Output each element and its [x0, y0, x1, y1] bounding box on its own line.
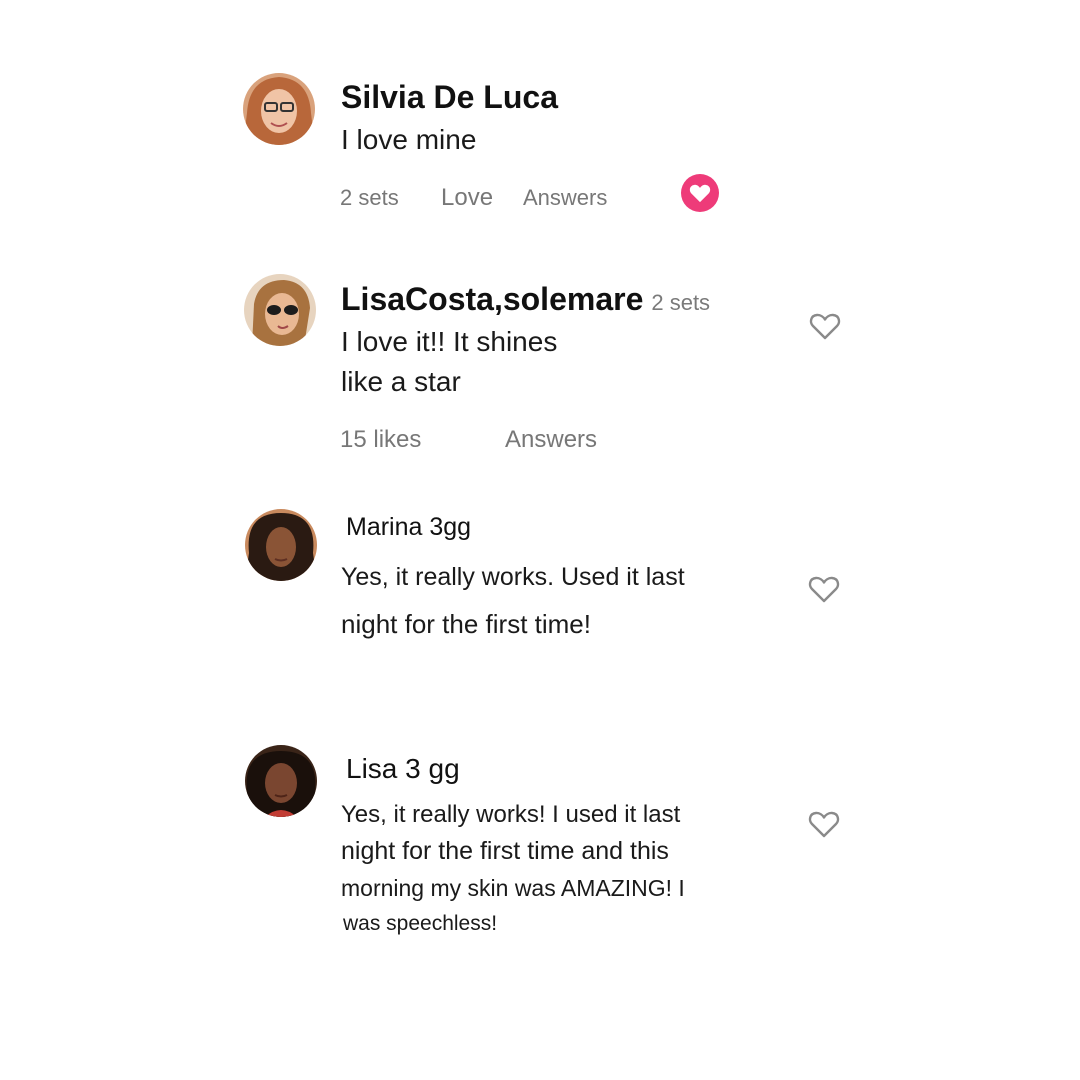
comment-author[interactable]: Marina 3gg [346, 513, 471, 542]
avatar[interactable] [245, 745, 317, 817]
reaction-count: 2 sets [651, 290, 711, 315]
reaction-count: 2 sets [340, 185, 399, 210]
avatar[interactable] [243, 73, 315, 145]
heart-filled-icon[interactable] [681, 174, 719, 212]
comment-author[interactable]: Silvia De Luca [341, 79, 558, 116]
heart-icon[interactable] [807, 572, 841, 606]
comment-author[interactable]: LisaCosta,solemare 2 sets [341, 281, 710, 318]
comment-text-line: Yes, it really works. Used it last [341, 563, 685, 591]
avatar[interactable] [245, 509, 317, 581]
comment-text-line: morning my skin was AMAZING! I [341, 875, 685, 901]
heart-icon[interactable] [808, 309, 842, 343]
comment-text-line: was speechless! [343, 912, 498, 935]
comment-author-name[interactable]: LisaCosta,solemare [341, 281, 643, 317]
likes-count: 15 likes [340, 426, 422, 453]
comment-text-line: Yes, it really works! I used it last [341, 801, 681, 828]
answers-button[interactable]: Answers [523, 185, 607, 211]
comment-text-line: like a star [341, 366, 461, 397]
comment-author[interactable]: Lisa 3 gg [346, 753, 460, 785]
comment-text-line: I love it!! It shines [341, 326, 558, 357]
comment-text-line: I love mine [341, 124, 477, 155]
heart-icon[interactable] [807, 807, 841, 841]
comment-text-line: night for the first time and this [341, 837, 669, 865]
avatar[interactable] [244, 274, 316, 346]
answers-button[interactable]: Answers [505, 426, 597, 454]
love-button[interactable]: Love [441, 184, 493, 212]
comment-text-line: night for the first time! [341, 609, 591, 639]
